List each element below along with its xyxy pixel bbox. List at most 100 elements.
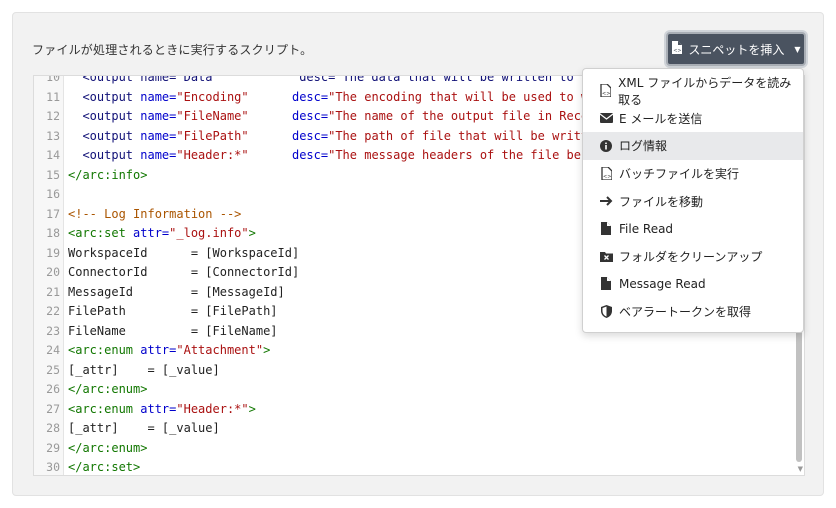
menu-item[interactable]: ログ情報: [583, 132, 803, 160]
line-number: 11: [46, 89, 60, 104]
shield-icon: [599, 305, 613, 319]
line-number: 21: [46, 284, 60, 299]
code-line[interactable]: 24 <arc:enum attr="Attachment">: [34, 341, 804, 361]
code-line[interactable]: 29 </arc:enum>: [34, 439, 804, 459]
code-text: FileName = [FileName]: [64, 322, 278, 342]
line-number: 15: [46, 167, 60, 182]
code-text: </arc:info>: [64, 166, 147, 186]
code-token: FilePath = [FilePath]: [68, 304, 278, 318]
line-number: 23: [46, 323, 60, 338]
menu-item-label: File Read: [619, 221, 674, 236]
code-text: <output name="FilePath" desc="The path o…: [64, 127, 646, 147]
menu-item[interactable]: File Read: [583, 215, 803, 243]
code-token: <arc:enum: [68, 343, 141, 357]
code-token: attr=: [140, 401, 177, 416]
code-token: >: [248, 226, 256, 240]
code-token: </arc:enum>: [68, 382, 148, 396]
line-number: 26: [46, 382, 60, 396]
code-text: [_attr] = [_value]: [64, 419, 220, 439]
line-number: 12: [46, 109, 60, 123]
line-number: 18: [46, 226, 60, 240]
menu-item-label: E メールを送信: [619, 111, 703, 126]
code-text: <!-- Log Information -->: [64, 205, 241, 225]
menu-item[interactable]: ファイルを移動: [583, 187, 803, 215]
menu-item[interactable]: <> XML ファイルからデータを読み取る: [583, 76, 803, 107]
line-number: 25: [46, 362, 60, 377]
folder-x-icon: [599, 249, 613, 263]
code-text: [_attr] = [_value]: [64, 361, 220, 381]
line-number: 17: [46, 206, 60, 221]
code-token: FileName = [FileName]: [68, 323, 278, 338]
line-number: 29: [46, 440, 60, 455]
menu-item-label: ファイルを移動: [619, 194, 704, 209]
caret-down-icon: ▼: [794, 44, 801, 54]
line-number: 19: [46, 245, 60, 260]
code-token: <output: [68, 89, 141, 104]
panel-description: ファイルが処理されるときに実行するスクリプト。: [32, 43, 313, 57]
code-text: <arc:enum attr="Attachment">: [64, 341, 270, 361]
code-text: <output name="Header:*" desc="The messag…: [64, 146, 653, 166]
code-line[interactable]: 28 [_attr] = [_value]: [34, 419, 804, 439]
line-number: 10: [46, 75, 60, 84]
code-token: "_log.info": [169, 226, 249, 240]
code-token: [_attr] = [_value]: [68, 421, 220, 435]
code-text: <output name="FileName" desc="The name o…: [64, 107, 653, 127]
code-token: "Encoding": [176, 89, 249, 104]
line-number: 16: [46, 187, 60, 201]
code-text: </arc:enum>: [64, 380, 147, 400]
code-text: </arc:enum>: [64, 439, 147, 459]
line-number: 27: [46, 401, 60, 416]
menu-item-label: フォルダをクリーンアップ: [619, 249, 763, 264]
code-token: [_attr] = [_value]: [68, 362, 220, 377]
code-line[interactable]: 26 </arc:enum>: [34, 380, 804, 400]
code-line[interactable]: 25 [_attr] = [_value]: [34, 361, 804, 381]
code-token: name=: [140, 148, 177, 162]
code-token: <output: [68, 109, 141, 123]
code-token: WorkspaceId = [WorkspaceId]: [68, 245, 300, 260]
code-text: <arc:enum attr="Header:*">: [64, 400, 256, 420]
envelope-icon: [599, 111, 613, 125]
code-token: name=: [140, 89, 177, 104]
menu-item[interactable]: E メールを送信: [583, 105, 803, 133]
code-token: "Attachment": [176, 343, 264, 357]
arrow-right-icon: [599, 194, 613, 208]
code-token: "FilePath": [176, 128, 249, 143]
line-number: 28: [46, 421, 60, 435]
code-token: name=: [140, 128, 177, 143]
code-token: ConnectorId = [ConnectorId]: [68, 265, 300, 279]
code-text: ConnectorId = [ConnectorId]: [64, 263, 299, 283]
code-token: <output: [68, 128, 141, 143]
code-text: WorkspaceId = [WorkspaceId]: [64, 244, 299, 264]
code-line[interactable]: 27 <arc:enum attr="Header:*">: [34, 400, 804, 420]
line-number: 30: [46, 460, 60, 474]
insert-snippet-button[interactable]: <> スニペットを挿入 ▼: [666, 32, 806, 66]
code-text: <arc:set attr="_log.info">: [64, 224, 256, 244]
menu-item[interactable]: Message Read: [583, 270, 803, 298]
menu-item[interactable]: ベアラートークンを取得: [583, 298, 803, 326]
code-token: "Header:*": [176, 148, 249, 162]
code-token: <arc:enum: [68, 401, 141, 416]
code-token: </arc:set>: [68, 460, 141, 474]
code-text: <output name="Encoding" desc="The encodi…: [64, 88, 646, 108]
code-token: "Header:*": [176, 401, 249, 416]
line-number: 20: [46, 265, 60, 279]
insert-snippet-label: スニペットを挿入: [688, 42, 785, 57]
code-file-icon: <>: [671, 41, 683, 57]
menu-item-label: バッチファイルを実行: [619, 167, 740, 182]
code-line[interactable]: 30 </arc:set>: [34, 458, 804, 475]
code-token: attr=: [133, 226, 170, 240]
code-token: <!-- Log Information -->: [68, 206, 242, 221]
info-circle-icon: [599, 139, 613, 153]
file-icon: [599, 277, 613, 291]
code-token: <output: [68, 148, 141, 162]
scroll-down-arrow-icon[interactable]: ▼: [798, 465, 803, 473]
snippet-dropdown-menu: <> XML ファイルからデータを読み取る E メールを送信ログ情報 <> バッチファイ…: [582, 68, 804, 333]
menu-item[interactable]: フォルダをクリーンアップ: [583, 243, 803, 271]
menu-item[interactable]: <> バッチファイルを実行: [583, 160, 803, 188]
code-text: MessageId = [MessageId]: [64, 283, 285, 303]
code-token: desc=: [291, 89, 329, 104]
